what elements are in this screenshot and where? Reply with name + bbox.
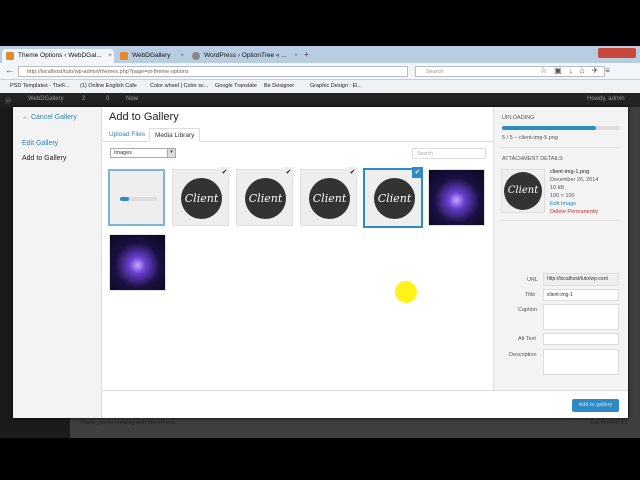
bookmark[interactable]: Color wheel | Color sc... bbox=[150, 83, 208, 89]
modal-title: Add to Gallery bbox=[109, 111, 179, 123]
url-bar[interactable]: http://localhost/tuto/wp-admin/themes.ph… bbox=[18, 66, 408, 77]
footer-version[interactable]: Get Version 4.1 bbox=[590, 420, 628, 426]
media-search-input[interactable]: Search bbox=[412, 148, 486, 159]
new-menu[interactable]: New bbox=[126, 96, 138, 102]
client-image: Client bbox=[181, 178, 222, 219]
client-image: Client bbox=[374, 178, 415, 219]
favicon-icon bbox=[120, 52, 128, 60]
site-name[interactable]: WebDGallery bbox=[28, 96, 64, 102]
browser-tab[interactable]: WebDGallery × bbox=[116, 49, 186, 63]
toolbar-icons[interactable]: ☆▣↓⌂✈≡ bbox=[540, 66, 617, 75]
upload-status: 5 / 5 – client-img-5.png bbox=[502, 135, 558, 141]
media-thumbnail[interactable]: Client ✔ bbox=[300, 167, 358, 226]
window-controls[interactable] bbox=[598, 48, 636, 58]
add-to-gallery-link[interactable]: Add to Gallery bbox=[22, 155, 66, 162]
upload-progress-bar bbox=[502, 126, 620, 130]
wordpress-logo-icon[interactable]: ⓦ bbox=[5, 96, 11, 105]
client-image: Client bbox=[504, 172, 542, 210]
attachment-details-heading: ATTACHMENT DETAILS bbox=[502, 156, 563, 162]
edit-gallery-link[interactable]: Edit Gallery bbox=[22, 140, 58, 147]
check-icon[interactable]: ✔ bbox=[347, 167, 358, 178]
browser-tab[interactable]: WordPress › OptionTree « ... × bbox=[188, 49, 300, 63]
divider bbox=[500, 220, 620, 221]
howdy-user[interactable]: Howdy, admin bbox=[587, 96, 625, 102]
add-to-gallery-modal: ← Cancel Gallery Edit Gallery Add to Gal… bbox=[13, 107, 628, 418]
media-thumbnail-selected[interactable]: Client ✔ bbox=[363, 167, 423, 228]
media-thumbnail[interactable]: Client ✔ bbox=[172, 167, 230, 226]
modal-menu: ← Cancel Gallery Edit Gallery Add to Gal… bbox=[13, 107, 102, 418]
check-icon[interactable]: ✔ bbox=[219, 167, 230, 178]
attachment-size: 10 kB bbox=[550, 185, 565, 191]
bookmark[interactable]: Graphic Design : El... bbox=[310, 83, 362, 89]
cancel-gallery-link[interactable]: ← Cancel Gallery bbox=[22, 114, 77, 121]
media-thumbnail[interactable] bbox=[109, 234, 166, 291]
favicon-icon bbox=[6, 52, 14, 60]
tab-upload-files[interactable]: Upload Files bbox=[104, 128, 150, 142]
cursor-highlight bbox=[395, 281, 417, 303]
browser-tab-bar: Theme Options ‹ WebDGal... × WebDGallery ×… bbox=[0, 46, 640, 63]
url-field[interactable]: http://localhost/tuto/wp-cont bbox=[543, 273, 619, 286]
bookmark[interactable]: Google Translate bbox=[215, 83, 257, 89]
chevron-down-icon: ▾ bbox=[167, 149, 175, 157]
tab-media-library[interactable]: Media Library bbox=[149, 128, 201, 142]
upload-progress-fill bbox=[502, 126, 597, 130]
check-icon[interactable]: ✔ bbox=[283, 167, 294, 178]
attachment-date: December 26, 2014 bbox=[550, 177, 599, 183]
attachment-dimensions: 100 × 100 bbox=[550, 193, 575, 199]
tab-title: WebDGallery bbox=[132, 52, 171, 59]
title-label: Title bbox=[525, 292, 536, 298]
uploading-thumbnail[interactable] bbox=[108, 169, 165, 226]
edit-image-link[interactable]: Edit Image bbox=[550, 201, 576, 207]
wp-admin-bar: ⓦ WebDGallery 2 0 New Howdy, admin bbox=[0, 93, 640, 107]
divider bbox=[500, 147, 620, 148]
close-tab-icon[interactable]: × bbox=[108, 52, 112, 59]
new-tab-button[interactable]: + bbox=[304, 50, 309, 59]
comments-count[interactable]: 0 bbox=[106, 96, 109, 102]
client-image: Client bbox=[245, 178, 286, 219]
attachment-filename: client-img-1.png bbox=[550, 169, 590, 175]
bookmark[interactable]: Be Designer bbox=[264, 83, 294, 89]
client-image: Client bbox=[309, 178, 350, 219]
thumb-progress bbox=[120, 197, 157, 201]
back-icon[interactable]: ← bbox=[5, 65, 14, 75]
attachment-preview: Client bbox=[501, 169, 545, 213]
tab-title: WordPress › OptionTree « ... bbox=[204, 52, 287, 59]
bookmark[interactable]: PSD Templates - TheF... bbox=[10, 83, 69, 89]
uploading-heading: UPLOADING bbox=[502, 115, 535, 121]
bookmark[interactable]: (1) Online English Cafe bbox=[80, 83, 137, 89]
media-thumbnail[interactable]: Client ✔ bbox=[236, 167, 294, 226]
browser-tab[interactable]: Theme Options ‹ WebDGal... × bbox=[2, 49, 114, 63]
add-to-gallery-button[interactable]: Add to gallery bbox=[572, 399, 619, 412]
attachment-sidebar: UPLOADING 5 / 5 – client-img-5.png ATTAC… bbox=[493, 107, 628, 390]
close-tab-icon[interactable]: × bbox=[180, 52, 184, 59]
description-label: Description bbox=[509, 352, 537, 358]
address-toolbar: ← http://localhost/tuto/wp-admin/themes.… bbox=[0, 63, 640, 80]
footer-thanks: Thank you for creating with WordPress. bbox=[80, 420, 177, 426]
tab-title: Theme Options ‹ WebDGal... bbox=[18, 52, 102, 59]
title-field[interactable]: client-img-1 bbox=[543, 289, 619, 301]
media-filter-select[interactable]: Images ▾ bbox=[110, 148, 176, 158]
alt-text-label: Alt Text bbox=[518, 336, 536, 342]
filter-value: Images bbox=[114, 150, 133, 156]
description-field[interactable] bbox=[543, 349, 619, 375]
modal-toolbar: Add to gallery bbox=[102, 390, 628, 418]
alt-text-field[interactable] bbox=[543, 333, 619, 345]
delete-permanently-link[interactable]: Delete Permanently bbox=[550, 209, 598, 215]
url-label: URL bbox=[527, 277, 539, 283]
favicon-icon bbox=[192, 52, 200, 60]
updates-count[interactable]: 2 bbox=[82, 96, 85, 102]
caption-field[interactable] bbox=[543, 304, 619, 330]
media-thumbnail[interactable] bbox=[428, 169, 485, 226]
close-tab-icon[interactable]: × bbox=[294, 52, 298, 59]
bookmarks-bar: PSD Templates - TheF... (1) Online Engli… bbox=[0, 80, 640, 93]
check-icon[interactable]: ✔ bbox=[412, 167, 423, 178]
caption-label: Caption bbox=[518, 307, 537, 313]
